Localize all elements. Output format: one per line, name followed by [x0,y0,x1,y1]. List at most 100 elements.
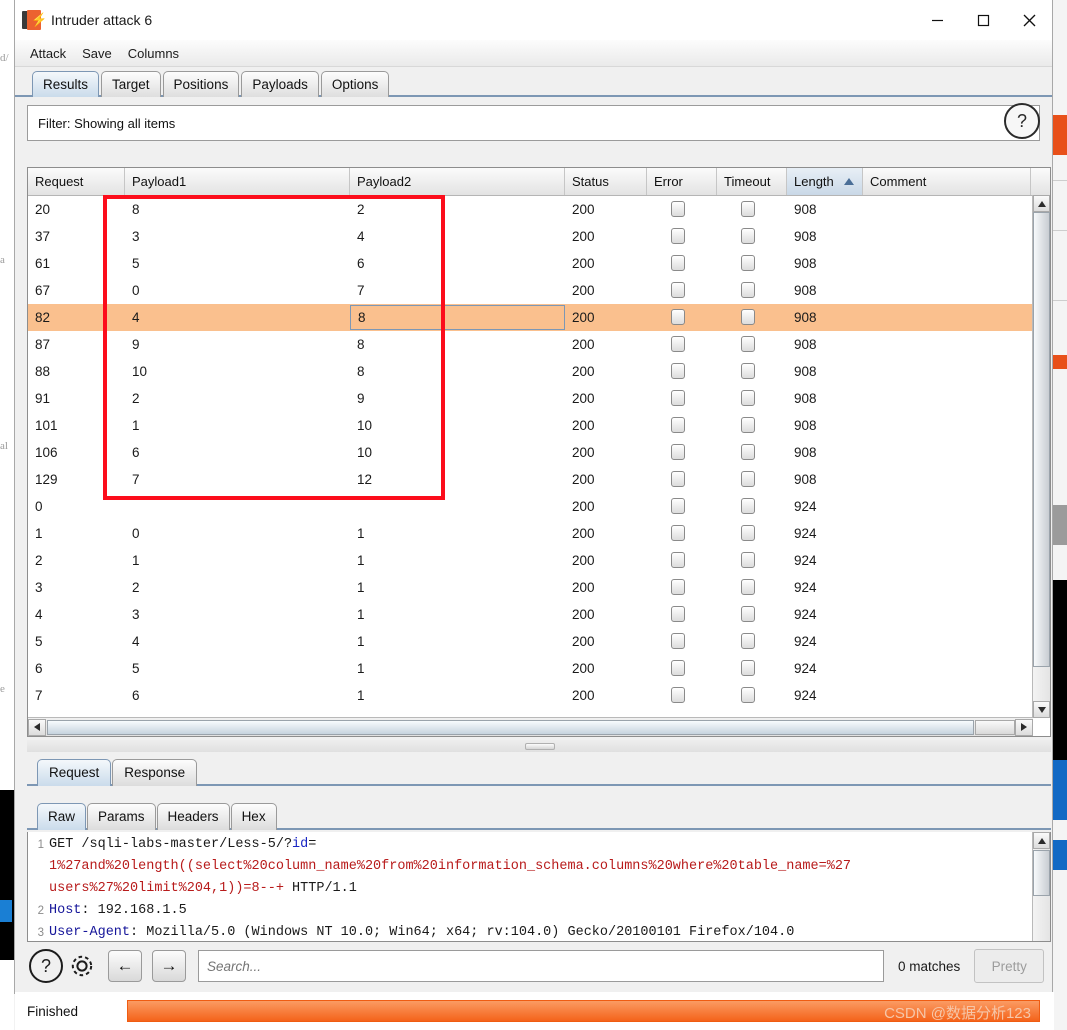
column-header-timeout[interactable]: Timeout [717,168,787,195]
cell-payload2[interactable]: 8 [350,305,565,330]
cell-payload1[interactable]: 10 [125,358,350,385]
table-row[interactable]: 106 6 10 200 908 [28,439,1050,466]
checkbox-icon[interactable] [671,444,685,460]
cell-length[interactable]: 908 [787,385,863,412]
cell-comment[interactable] [863,385,1031,412]
table-row[interactable]: 91 2 9 200 908 [28,385,1050,412]
cell-length[interactable]: 908 [787,331,863,358]
cell-status[interactable]: 200 [565,412,647,439]
cell-payload1[interactable] [125,493,350,520]
checkbox-icon[interactable] [671,417,685,433]
cell-length[interactable]: 908 [787,196,863,223]
cell-status[interactable]: 200 [565,601,647,628]
cell-status[interactable]: 200 [565,520,647,547]
tab-target[interactable]: Target [101,71,161,97]
table-row[interactable]: 0 200 924 [28,493,1050,520]
cell-comment[interactable] [863,331,1031,358]
editor-vertical-scrollbar[interactable] [1032,832,1050,941]
cell-payload2[interactable]: 2 [350,196,565,223]
cell-payload1[interactable]: 9 [125,331,350,358]
cell-timeout-checkbox[interactable] [717,223,787,250]
checkbox-icon[interactable] [741,309,755,325]
column-header-status[interactable]: Status [565,168,647,195]
cell-comment[interactable] [863,682,1031,709]
column-header-request[interactable]: Request [28,168,125,195]
cell-request[interactable]: 88 [28,358,125,385]
cell-length[interactable]: 924 [787,628,863,655]
cell-length[interactable]: 924 [787,574,863,601]
cell-status[interactable]: 200 [565,223,647,250]
panel-splitter[interactable] [27,740,1051,752]
cell-request[interactable]: 101 [28,412,125,439]
cell-length[interactable]: 924 [787,682,863,709]
cell-length[interactable]: 924 [787,520,863,547]
cell-comment[interactable] [863,520,1031,547]
column-header-payload2[interactable]: Payload2 [350,168,565,195]
checkbox-icon[interactable] [741,525,755,541]
cell-length[interactable]: 908 [787,277,863,304]
cell-request[interactable]: 8 [28,709,125,714]
cell-status[interactable]: 200 [565,385,647,412]
cell-timeout-checkbox[interactable] [717,277,787,304]
table-row[interactable]: 101 1 10 200 908 [28,412,1050,439]
cell-error-checkbox[interactable] [647,196,717,223]
cell-comment[interactable] [863,493,1031,520]
cell-payload2[interactable]: 6 [350,250,565,277]
cell-request[interactable]: 4 [28,601,125,628]
checkbox-icon[interactable] [741,282,755,298]
cell-timeout-checkbox[interactable] [717,547,787,574]
cell-payload2[interactable]: 12 [350,466,565,493]
cell-status[interactable]: 200 [565,466,647,493]
cell-error-checkbox[interactable] [647,277,717,304]
table-row[interactable]: 129 7 12 200 908 [28,466,1050,493]
request-editor[interactable]: 1 GET /sqli-labs-master/Less-5/?id= 1%27an… [27,832,1051,942]
cell-payload1[interactable]: 2 [125,574,350,601]
cell-timeout-checkbox[interactable] [717,601,787,628]
cell-status[interactable]: 200 [565,709,647,714]
cell-comment[interactable] [863,628,1031,655]
filter-bar[interactable]: Filter: Showing all items [27,105,1040,141]
cell-length[interactable]: 924 [787,547,863,574]
cell-request[interactable]: 61 [28,250,125,277]
menu-item-attack[interactable]: Attack [29,44,67,63]
cell-payload2[interactable]: 1 [350,682,565,709]
cell-status[interactable]: 200 [565,358,647,385]
column-header-error[interactable]: Error [647,168,717,195]
cell-timeout-checkbox[interactable] [717,412,787,439]
request-line-text[interactable]: users%27%20limit%204,1))=8--+ HTTP/1.1 [49,878,357,900]
column-header-payload1[interactable]: Payload1 [125,168,350,195]
cell-error-checkbox[interactable] [647,223,717,250]
tab-params[interactable]: Params [87,803,156,830]
cell-request[interactable]: 5 [28,628,125,655]
checkbox-icon[interactable] [741,687,755,703]
scroll-left-button[interactable] [28,718,46,736]
cell-status[interactable]: 200 [565,250,647,277]
menu-item-save[interactable]: Save [81,44,113,63]
checkbox-icon[interactable] [671,471,685,487]
cell-error-checkbox[interactable] [647,439,717,466]
cell-payload1[interactable]: 7 [125,709,350,714]
cell-error-checkbox[interactable] [647,250,717,277]
checkbox-icon[interactable] [741,579,755,595]
checkbox-icon[interactable] [741,417,755,433]
cell-comment[interactable] [863,574,1031,601]
cell-comment[interactable] [863,709,1031,714]
cell-request[interactable]: 3 [28,574,125,601]
table-row[interactable]: 88 10 8 200 908 [28,358,1050,385]
cell-request[interactable]: 20 [28,196,125,223]
cell-payload1[interactable]: 4 [125,628,350,655]
table-row[interactable]: 6 5 1 200 924 [28,655,1050,682]
checkbox-icon[interactable] [671,633,685,649]
cell-length[interactable]: 924 [787,655,863,682]
checkbox-icon[interactable] [671,552,685,568]
cell-timeout-checkbox[interactable] [717,655,787,682]
scroll-up-button[interactable] [1033,195,1050,212]
checkbox-icon[interactable] [741,201,755,217]
cell-payload1[interactable]: 2 [125,385,350,412]
cell-error-checkbox[interactable] [647,547,717,574]
vertical-scrollbar-thumb[interactable] [1033,212,1050,667]
cell-timeout-checkbox[interactable] [717,574,787,601]
cell-comment[interactable] [863,412,1031,439]
cell-comment[interactable] [863,304,1031,331]
cell-payload1[interactable]: 0 [125,277,350,304]
